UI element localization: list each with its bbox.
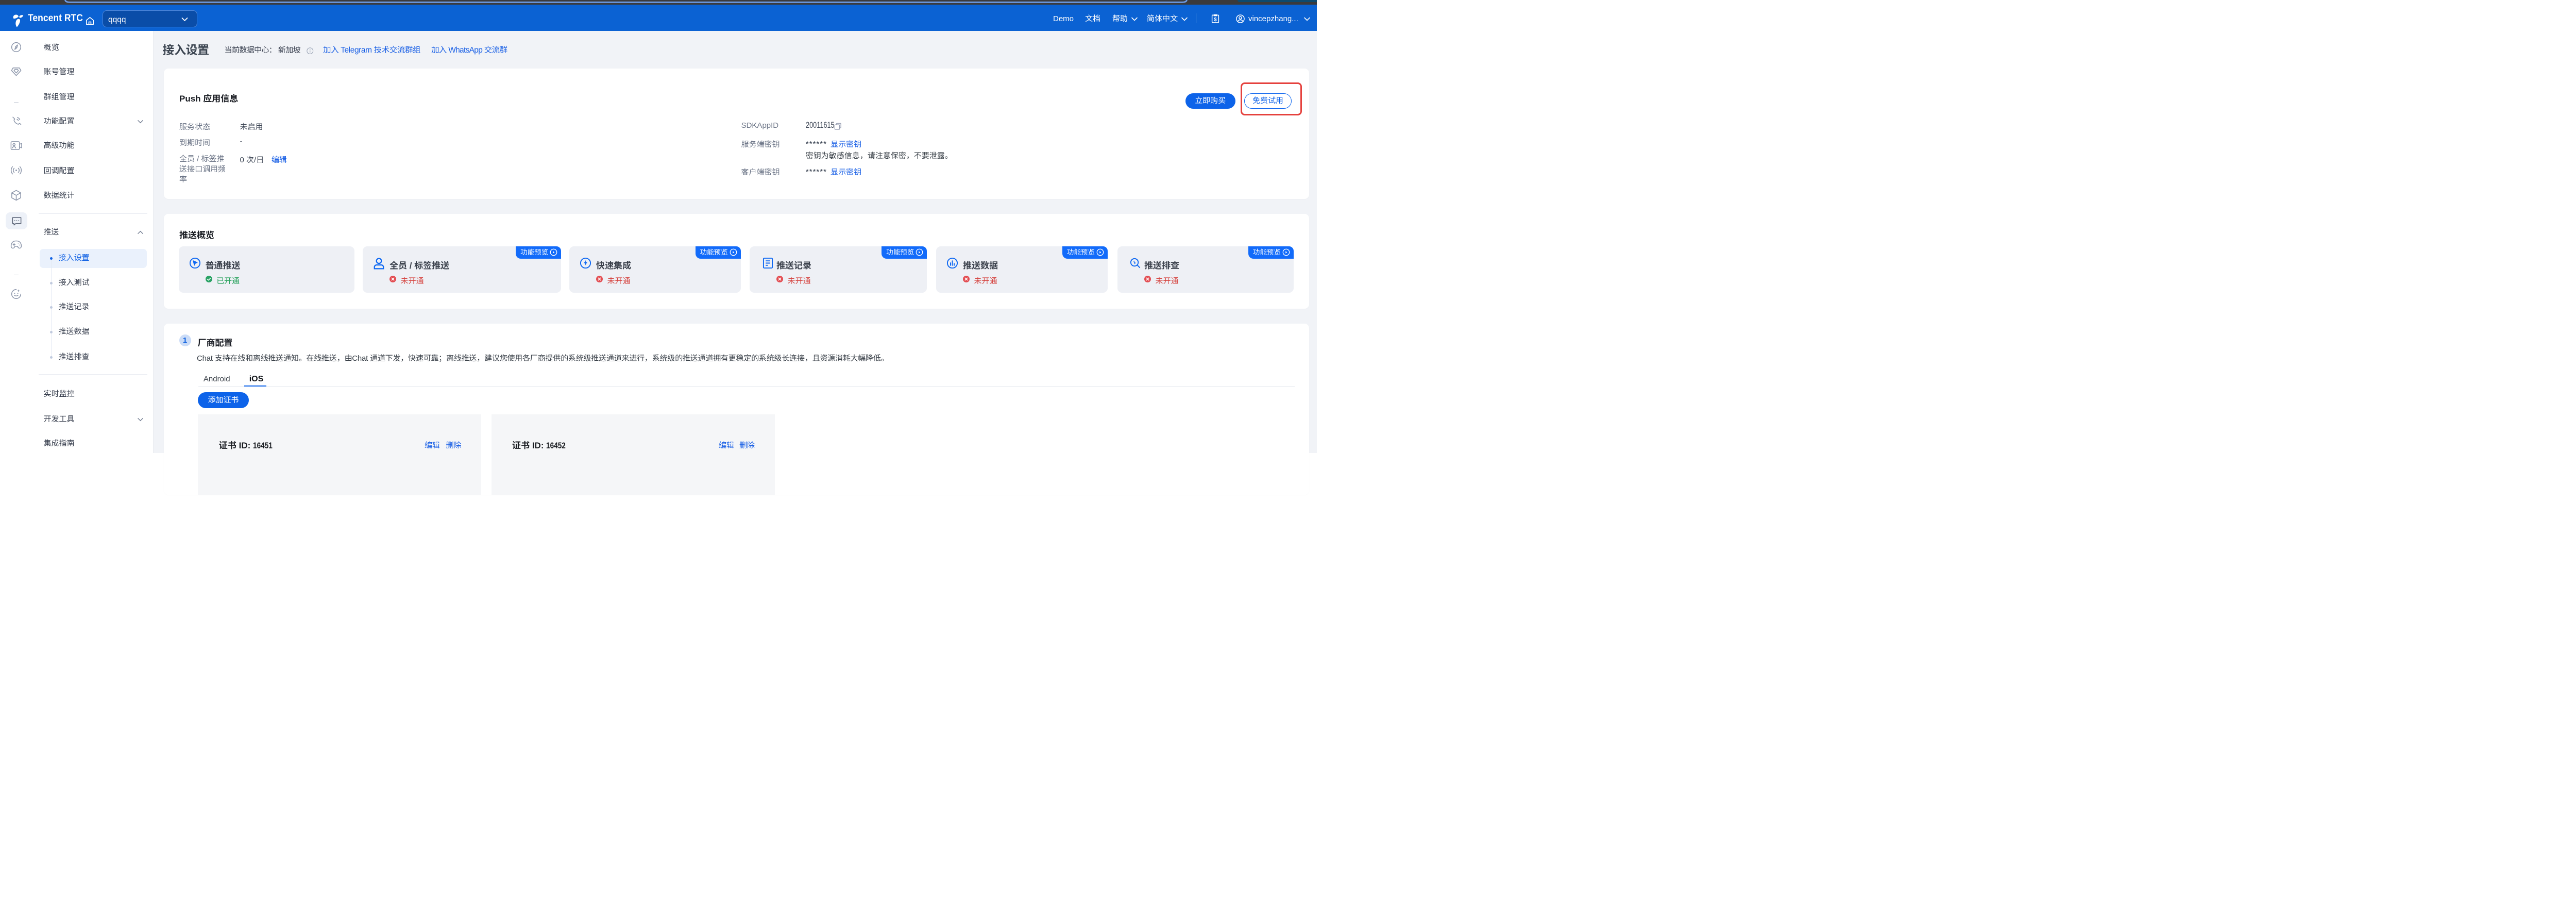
svg-text:$: $: [1214, 17, 1217, 23]
